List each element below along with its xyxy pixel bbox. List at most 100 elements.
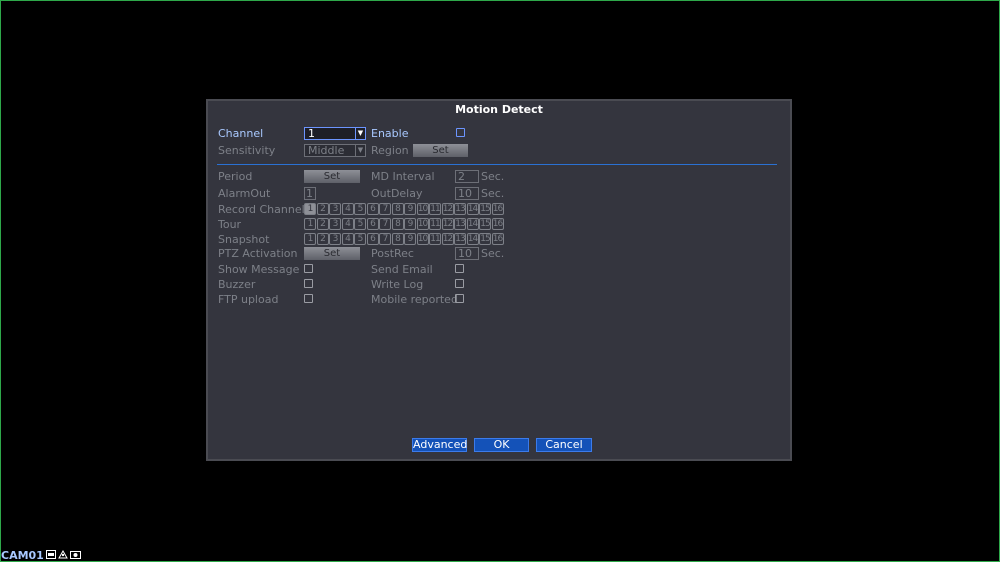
channel-toggle[interactable]: 10 bbox=[416, 233, 429, 245]
alarmout-toggle[interactable]: 1 bbox=[304, 187, 316, 200]
channel-toggle[interactable]: 1 bbox=[304, 233, 316, 245]
record-channel-label: Record Channel bbox=[218, 203, 305, 216]
postrec-unit: Sec. bbox=[481, 247, 505, 260]
channel-select[interactable]: 1 ▼ bbox=[304, 127, 366, 140]
outdelay-label: OutDelay bbox=[371, 187, 423, 200]
dialog-title: Motion Detect bbox=[455, 103, 543, 116]
channel-toggle[interactable]: 16 bbox=[491, 233, 504, 245]
camera-icon bbox=[69, 550, 81, 562]
channel-toggle[interactable]: 3 bbox=[329, 233, 341, 245]
ftp-upload-checkbox[interactable] bbox=[304, 294, 313, 303]
region-label: Region bbox=[371, 144, 409, 157]
ptz-activation-label: PTZ Activation bbox=[218, 247, 298, 260]
ptz-set-button[interactable]: Set bbox=[304, 247, 360, 260]
channel-toggle[interactable]: 5 bbox=[354, 218, 366, 230]
channel-toggle[interactable]: 11 bbox=[429, 233, 441, 245]
snapshot-channel-group: 1 2 3 4 5 6 7 8 9 10 11 12 13 14 15 16 bbox=[304, 233, 504, 245]
period-label: Period bbox=[218, 170, 253, 183]
region-set-button[interactable]: Set bbox=[413, 144, 468, 157]
channel-toggle[interactable]: 6 bbox=[366, 233, 379, 245]
channel-toggle[interactable]: 2 bbox=[316, 218, 329, 230]
md-interval-label: MD Interval bbox=[371, 170, 435, 183]
channel-toggle[interactable]: 2 bbox=[316, 233, 329, 245]
send-email-checkbox[interactable] bbox=[455, 264, 464, 273]
channel-toggle[interactable]: 10 bbox=[416, 203, 429, 215]
outdelay-input[interactable]: 10 bbox=[455, 187, 479, 200]
channel-toggle[interactable]: 1 bbox=[304, 203, 316, 215]
section-divider bbox=[217, 164, 777, 165]
ok-button[interactable]: OK bbox=[474, 438, 529, 452]
md-interval-unit: Sec. bbox=[481, 170, 505, 183]
mobile-reported-checkbox[interactable] bbox=[455, 294, 464, 303]
motion-icon bbox=[57, 549, 68, 562]
md-interval-input[interactable]: 2 bbox=[455, 170, 479, 183]
channel-toggle[interactable]: 6 bbox=[366, 218, 379, 230]
channel-toggle[interactable]: 12 bbox=[441, 203, 454, 215]
channel-toggle[interactable]: 15 bbox=[479, 203, 491, 215]
write-log-label: Write Log bbox=[371, 278, 424, 291]
mobile-reported-label: Mobile reported bbox=[371, 293, 458, 306]
channel-toggle[interactable]: 14 bbox=[466, 218, 479, 230]
alarmout-label: AlarmOut bbox=[218, 187, 271, 200]
show-message-label: Show Message bbox=[218, 263, 300, 276]
sensitivity-label: Sensitivity bbox=[218, 144, 276, 157]
channel-toggle[interactable]: 8 bbox=[391, 233, 404, 245]
channel-toggle[interactable]: 9 bbox=[404, 203, 416, 215]
sensitivity-value: Middle bbox=[308, 144, 345, 157]
tour-label: Tour bbox=[218, 218, 242, 231]
camera-status-bar: CAM01 bbox=[1, 549, 81, 562]
tour-channel-group: 1 2 3 4 5 6 7 8 9 10 11 12 13 14 15 16 bbox=[304, 218, 504, 230]
channel-toggle[interactable]: 9 bbox=[404, 233, 416, 245]
channel-toggle[interactable]: 7 bbox=[379, 203, 391, 215]
record-icon bbox=[45, 549, 56, 562]
sensitivity-select[interactable]: Middle ▼ bbox=[304, 144, 366, 157]
advanced-button[interactable]: Advanced bbox=[412, 438, 467, 452]
channel-toggle[interactable]: 16 bbox=[491, 218, 504, 230]
channel-toggle[interactable]: 3 bbox=[329, 203, 341, 215]
channel-toggle[interactable]: 13 bbox=[454, 203, 466, 215]
ftp-upload-label: FTP upload bbox=[218, 293, 279, 306]
channel-toggle[interactable]: 1 bbox=[304, 218, 316, 230]
channel-toggle[interactable]: 10 bbox=[416, 218, 429, 230]
send-email-label: Send Email bbox=[371, 263, 433, 276]
cancel-button[interactable]: Cancel bbox=[536, 438, 592, 452]
channel-toggle[interactable]: 15 bbox=[479, 233, 491, 245]
channel-toggle[interactable]: 6 bbox=[366, 203, 379, 215]
enable-label: Enable bbox=[371, 127, 409, 140]
channel-toggle[interactable]: 13 bbox=[454, 233, 466, 245]
channel-toggle[interactable]: 8 bbox=[391, 218, 404, 230]
channel-toggle[interactable]: 11 bbox=[429, 218, 441, 230]
snapshot-label: Snapshot bbox=[218, 233, 270, 246]
channel-toggle[interactable]: 11 bbox=[429, 203, 441, 215]
channel-toggle[interactable]: 16 bbox=[491, 203, 504, 215]
buzzer-label: Buzzer bbox=[218, 278, 256, 291]
channel-toggle[interactable]: 14 bbox=[466, 203, 479, 215]
channel-toggle[interactable]: 14 bbox=[466, 233, 479, 245]
show-message-checkbox[interactable] bbox=[304, 264, 313, 273]
outdelay-unit: Sec. bbox=[481, 187, 505, 200]
channel-toggle[interactable]: 2 bbox=[316, 203, 329, 215]
channel-value: 1 bbox=[308, 127, 315, 140]
buzzer-checkbox[interactable] bbox=[304, 279, 313, 288]
write-log-checkbox[interactable] bbox=[455, 279, 464, 288]
camera-label: CAM01 bbox=[1, 548, 44, 562]
channel-toggle[interactable]: 4 bbox=[341, 218, 354, 230]
channel-toggle[interactable]: 9 bbox=[404, 218, 416, 230]
channel-toggle[interactable]: 12 bbox=[441, 233, 454, 245]
channel-toggle[interactable]: 8 bbox=[391, 203, 404, 215]
channel-toggle[interactable]: 12 bbox=[441, 218, 454, 230]
channel-label: Channel bbox=[218, 127, 264, 140]
chevron-down-icon: ▼ bbox=[355, 128, 365, 139]
channel-toggle[interactable]: 5 bbox=[354, 233, 366, 245]
channel-toggle[interactable]: 4 bbox=[341, 203, 354, 215]
channel-toggle[interactable]: 7 bbox=[379, 233, 391, 245]
channel-toggle[interactable]: 13 bbox=[454, 218, 466, 230]
period-set-button[interactable]: Set bbox=[304, 170, 360, 183]
enable-checkbox[interactable] bbox=[456, 128, 465, 137]
channel-toggle[interactable]: 3 bbox=[329, 218, 341, 230]
postrec-input[interactable]: 10 bbox=[455, 247, 479, 260]
channel-toggle[interactable]: 15 bbox=[479, 218, 491, 230]
channel-toggle[interactable]: 7 bbox=[379, 218, 391, 230]
channel-toggle[interactable]: 4 bbox=[341, 233, 354, 245]
channel-toggle[interactable]: 5 bbox=[354, 203, 366, 215]
